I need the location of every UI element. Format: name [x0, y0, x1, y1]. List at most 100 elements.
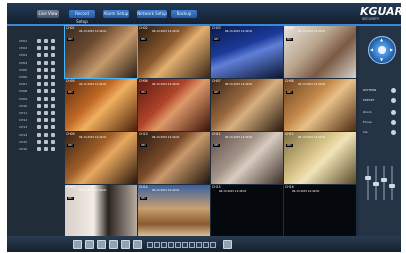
camera-play-icon[interactable] — [37, 118, 41, 123]
focus-button[interactable] — [391, 120, 396, 125]
ptz-right-icon[interactable]: ▶ — [390, 48, 393, 52]
camera-tile-ch05[interactable]: CH05 06-13-2015 14:40:01 REC — [65, 79, 137, 131]
camera-tile-ch08[interactable]: CH08 06-13-2015 14:40:01 REC — [284, 79, 356, 131]
record-icon[interactable] — [44, 125, 48, 130]
record-icon[interactable] — [44, 139, 48, 144]
ptz-down-icon[interactable]: ▼ — [380, 58, 383, 62]
record-icon[interactable] — [44, 46, 48, 51]
camera-play-icon[interactable] — [37, 82, 41, 87]
record-icon[interactable] — [44, 147, 48, 151]
camera-play-icon[interactable] — [37, 147, 41, 151]
tab-live-view[interactable]: Live View — [37, 10, 59, 18]
camera-play-icon[interactable] — [37, 75, 41, 79]
tab-network-setup[interactable]: Network Setup — [137, 10, 167, 18]
settings-icon[interactable] — [51, 67, 55, 72]
channel-list-item[interactable]: CH15 — [19, 139, 59, 145]
sixteen-view-icon[interactable] — [109, 240, 118, 249]
camera-tile-ch12[interactable]: CH12 06-13-2015 14:40:01 REC — [284, 132, 356, 184]
settings-icon[interactable] — [51, 75, 55, 79]
audio-icon[interactable] — [196, 242, 202, 248]
camera-play-icon[interactable] — [37, 132, 41, 137]
camera-play-icon[interactable] — [37, 96, 41, 101]
preset-button[interactable] — [391, 98, 396, 103]
camera-tile-ch02[interactable]: CH02 06-13-2015 14:40:01 REC — [138, 26, 210, 78]
channel-list-item[interactable]: CH04 — [19, 60, 59, 66]
settings-icon[interactable] — [51, 147, 55, 151]
camera-play-icon[interactable] — [37, 39, 41, 43]
channel-list-item[interactable]: CH16 — [19, 146, 59, 152]
contrast-slider[interactable] — [373, 166, 379, 200]
settings-icon[interactable] — [51, 111, 55, 115]
saturation-slider-knob[interactable] — [381, 178, 387, 182]
record-icon[interactable] — [44, 132, 48, 137]
settings-icon[interactable] — [51, 89, 55, 94]
quad-view-icon[interactable] — [85, 240, 94, 249]
ptz-up-icon[interactable]: ▲ — [380, 38, 383, 42]
channel-list-item[interactable]: CH08 — [19, 88, 59, 94]
camera-play-icon[interactable] — [37, 60, 41, 65]
camera-tile-ch09[interactable]: CH09 06-13-2015 14:40:01 REC — [65, 132, 137, 184]
channel-list-item[interactable]: CH10 — [19, 103, 59, 109]
record-icon[interactable] — [44, 103, 48, 108]
camera-tile-ch16[interactable]: CH16 06-13-2015 14:40:01 — [284, 185, 356, 237]
channel-list-item[interactable]: CH02 — [19, 45, 59, 51]
settings-icon[interactable] — [51, 132, 55, 137]
record-icon[interactable] — [44, 82, 48, 87]
channel-page-2-icon[interactable] — [161, 242, 167, 248]
channel-list-item[interactable]: CH03 — [19, 52, 59, 58]
record-icon[interactable] — [44, 53, 48, 58]
record-icon[interactable] — [44, 111, 48, 115]
stop-all-icon[interactable] — [189, 242, 195, 248]
camera-play-icon[interactable] — [37, 67, 41, 72]
camera-play-icon[interactable] — [37, 125, 41, 130]
volume-icon[interactable] — [210, 242, 216, 248]
camera-tile-ch15[interactable]: CH15 06-13-2015 14:40:01 — [211, 185, 283, 237]
ptz-left-icon[interactable]: ◀ — [370, 48, 373, 52]
talk-icon[interactable] — [203, 242, 209, 248]
camera-tile-ch07[interactable]: CH07 06-13-2015 14:40:01 REC — [211, 79, 283, 131]
camera-tile-ch04[interactable]: CH04 06-13-2015 14:40:01 REC — [284, 26, 356, 78]
record-icon[interactable] — [44, 39, 48, 43]
channel-list-item[interactable]: CH07 — [19, 81, 59, 87]
exit-icon[interactable] — [223, 240, 232, 249]
contrast-slider-knob[interactable] — [373, 182, 379, 186]
sequence-icon[interactable] — [147, 242, 153, 248]
channel-list-item[interactable]: CH11 — [19, 110, 59, 116]
camera-play-icon[interactable] — [37, 139, 41, 144]
channel-list-item[interactable]: CH12 — [19, 117, 59, 123]
channel-list-item[interactable]: CH13 — [19, 124, 59, 130]
settings-icon[interactable] — [51, 39, 55, 43]
camera-tile-ch14[interactable]: CH14 06-13-2015 14:40:01 REC — [138, 185, 210, 237]
channel-list-item[interactable]: CH05 — [19, 67, 59, 73]
camera-tile-ch03[interactable]: CH03 06-13-2015 14:40:01 REC — [211, 26, 283, 78]
channel-page-4-icon[interactable] — [175, 242, 181, 248]
camera-tile-ch10[interactable]: CH10 06-13-2015 14:40:01 REC — [138, 132, 210, 184]
hue-slider[interactable] — [389, 166, 395, 200]
camera-play-icon[interactable] — [37, 111, 41, 115]
ptz-direction-pad[interactable]: ▲ ▼ ◀ ▶ — [368, 36, 396, 64]
record-icon[interactable] — [44, 89, 48, 94]
channel-list-item[interactable]: CH06 — [19, 74, 59, 80]
ptz-center-button[interactable] — [378, 46, 386, 54]
camera-play-icon[interactable] — [37, 46, 41, 51]
record-icon[interactable] — [44, 60, 48, 65]
settings-icon[interactable] — [51, 125, 55, 130]
settings-icon[interactable] — [51, 60, 55, 65]
record-icon[interactable] — [44, 67, 48, 72]
single-view-icon[interactable] — [73, 240, 82, 249]
channel-page-3-icon[interactable] — [168, 242, 174, 248]
fullscreen-icon[interactable] — [121, 240, 130, 249]
settings-icon[interactable] — [51, 103, 55, 108]
tab-backup[interactable]: Backup — [171, 10, 197, 18]
channel-list-item[interactable]: CH01 — [19, 38, 59, 44]
snapshot-icon[interactable] — [133, 240, 142, 249]
record-all-icon[interactable] — [182, 242, 188, 248]
tab-record-setup[interactable]: Record Setup — [69, 10, 95, 24]
settings-icon[interactable] — [51, 139, 55, 144]
saturation-slider[interactable] — [381, 166, 387, 200]
nine-view-icon[interactable] — [97, 240, 106, 249]
tab-alarm-setup[interactable]: Alarm Setup — [103, 10, 129, 18]
settings-icon[interactable] — [51, 82, 55, 87]
camera-tile-ch06[interactable]: CH06 06-13-2015 14:40:01 REC — [138, 79, 210, 131]
camera-play-icon[interactable] — [37, 89, 41, 94]
